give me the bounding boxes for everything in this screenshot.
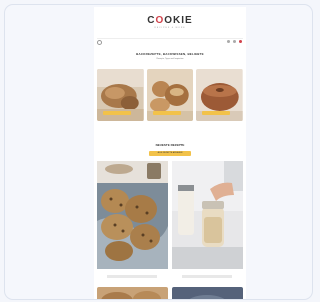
category-button[interactable] [103, 111, 131, 115]
user-icon[interactable] [233, 40, 236, 43]
category-card-cake[interactable] [146, 69, 194, 121]
recipe-card-partial[interactable] [172, 287, 243, 299]
website-preview[interactable]: COOKIE RECIPES & MORE BACKREZEPTE, BACKW… [94, 7, 246, 299]
menu-icon[interactable] [97, 40, 102, 45]
site-tagline: RECIPES & MORE [154, 27, 186, 29]
search-icon[interactable] [227, 40, 230, 43]
recipe-thumbnail [172, 287, 243, 299]
category-card-bread[interactable] [97, 69, 144, 121]
recipe-card-partial[interactable] [97, 287, 168, 299]
sourdough-jar-image [172, 161, 243, 269]
header-divider [97, 38, 243, 39]
category-button[interactable] [152, 111, 181, 115]
category-button[interactable] [202, 111, 231, 115]
hero-categories [97, 69, 244, 121]
preview-card: COOKIE RECIPES & MORE BACKREZEPTE, BACKW… [4, 4, 313, 300]
hero-subtitle: Rezepte, Tipps und Inspiration [156, 58, 184, 60]
featured-recipe-jar[interactable] [172, 161, 243, 269]
hero-title: BACKREZEPTE, BACKWISSEN, BELIEBTE [136, 52, 204, 56]
heart-icon[interactable] [239, 40, 242, 43]
recipe-thumbnail [97, 287, 168, 299]
cookies-image [97, 161, 168, 269]
site-logo[interactable]: COOKIE [94, 15, 246, 26]
featured-recipe-cookies[interactable] [97, 161, 168, 269]
recipe-caption-placeholder [107, 275, 157, 278]
category-card-bundt[interactable] [196, 69, 244, 121]
recipe-caption-placeholder [182, 275, 232, 278]
header-icons [227, 40, 242, 43]
all-recipes-button[interactable]: ALLE REZEPTE ANSEHEN [149, 151, 191, 156]
section-title: NEUESTE REZEPTE [155, 143, 185, 147]
